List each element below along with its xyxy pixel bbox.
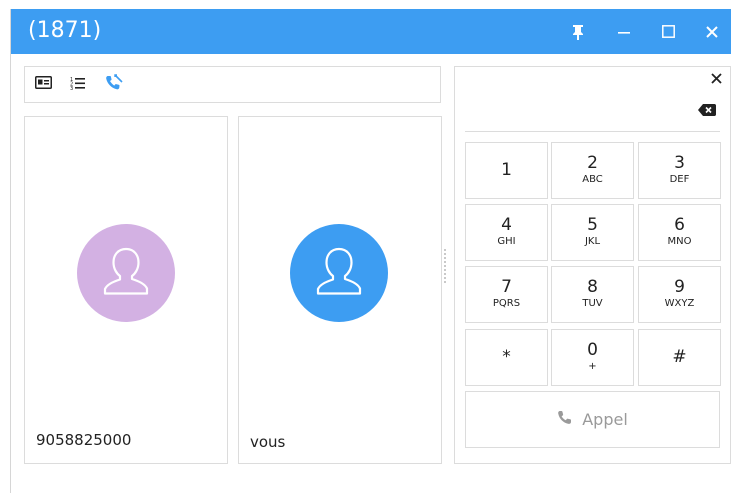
contact-card-button[interactable] xyxy=(34,76,52,94)
key-7[interactable]: 7 PQRS xyxy=(465,266,548,323)
key-1[interactable]: 1 xyxy=(465,142,548,199)
backspace-icon xyxy=(698,104,716,121)
key-9[interactable]: 9 WXYZ xyxy=(638,266,721,323)
key-hash[interactable]: # xyxy=(638,329,721,386)
close-icon xyxy=(710,71,722,89)
avatar-remote xyxy=(77,224,175,322)
numbered-list-button[interactable]: 123 xyxy=(69,76,87,94)
key-2[interactable]: 2 ABC xyxy=(551,142,634,199)
missed-call-icon xyxy=(105,74,123,96)
close-button[interactable] xyxy=(695,9,729,54)
participant-card-self: vous xyxy=(238,116,442,464)
missed-call-button[interactable] xyxy=(105,74,123,96)
dialer-divider xyxy=(465,131,720,132)
minimize-icon xyxy=(618,26,630,38)
user-silhouette-icon xyxy=(98,243,154,304)
key-6[interactable]: 6 MNO xyxy=(638,204,721,261)
dialer-window: (1871) 1 2 3 9058825000 vous 1 2 ABC 3 D… xyxy=(10,9,731,493)
backspace-button[interactable] xyxy=(698,103,716,117)
pin-icon xyxy=(572,24,584,40)
maximize-icon xyxy=(661,25,675,38)
title-bar[interactable]: (1871) xyxy=(11,9,731,54)
number-input[interactable] xyxy=(465,93,687,125)
numbered-list-icon: 123 xyxy=(70,76,86,95)
panel-splitter[interactable] xyxy=(443,249,447,285)
maximize-button[interactable] xyxy=(651,9,685,54)
key-8[interactable]: 8 TUV xyxy=(551,266,634,323)
call-button[interactable]: Appel xyxy=(465,391,720,448)
avatar-self xyxy=(290,224,388,322)
key-4[interactable]: 4 GHI xyxy=(465,204,548,261)
close-icon xyxy=(706,25,718,38)
participant-number: 9058825000 xyxy=(36,431,132,449)
dialer-panel: 1 2 ABC 3 DEF 4 GHI 5 JKL 6 MNO 7 PQRS 8 TUV 9W… xyxy=(454,66,731,464)
user-silhouette-icon xyxy=(311,243,367,304)
key-5[interactable]: 5 JKL xyxy=(551,204,634,261)
call-button-label: Appel xyxy=(582,410,628,429)
participant-self-label: vous xyxy=(250,433,286,451)
contact-card-icon xyxy=(34,76,52,94)
dialer-close-button[interactable] xyxy=(708,71,724,89)
key-3[interactable]: 3 DEF xyxy=(638,142,721,199)
minimize-button[interactable] xyxy=(607,9,641,54)
window-title: (1871) xyxy=(28,18,102,43)
svg-text:3: 3 xyxy=(70,86,73,90)
call-toolbar: 123 xyxy=(24,66,441,103)
key-0[interactable]: 0 + xyxy=(551,329,634,386)
pin-button[interactable] xyxy=(561,9,595,54)
participant-card-remote: 9058825000 xyxy=(24,116,228,464)
phone-icon xyxy=(557,410,582,430)
key-star[interactable]: * xyxy=(465,329,548,386)
